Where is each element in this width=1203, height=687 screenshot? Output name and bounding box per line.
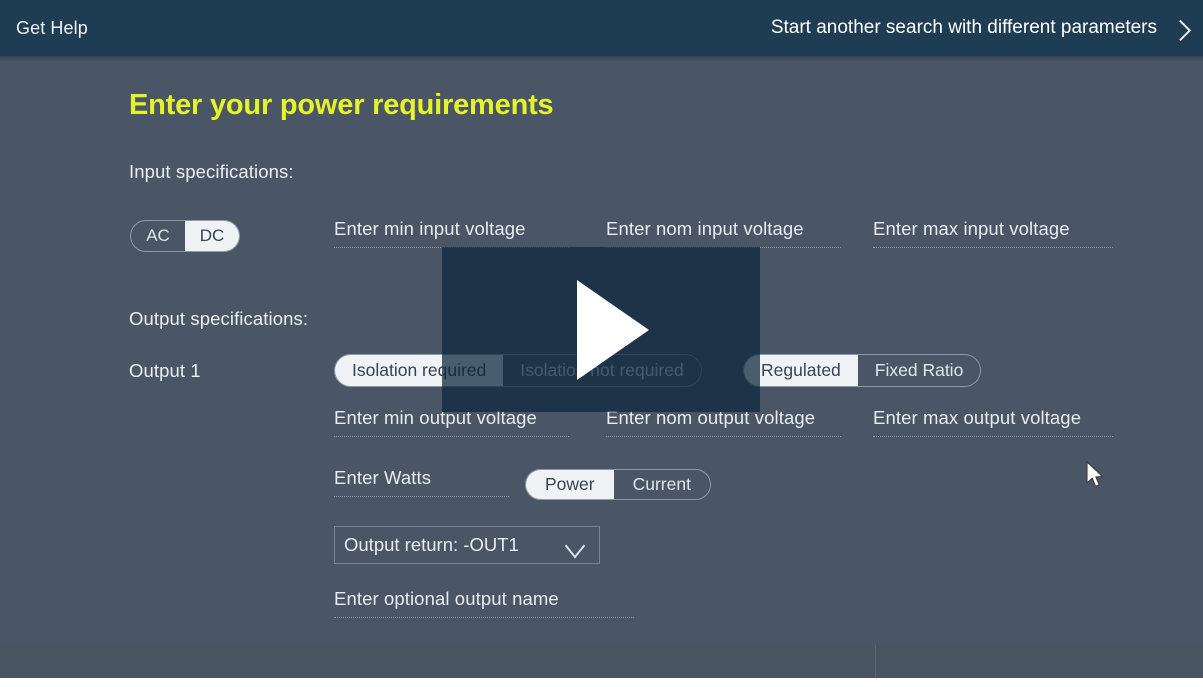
- max-input-voltage-field[interactable]: Enter max input voltage: [873, 218, 1113, 248]
- power-current-toggle-option-power[interactable]: Power: [526, 470, 614, 499]
- ac-dc-toggle[interactable]: AC DC: [130, 220, 240, 252]
- ac-dc-toggle-option-ac[interactable]: AC: [131, 221, 185, 251]
- max-output-voltage-field[interactable]: Enter max output voltage: [873, 407, 1113, 437]
- power-current-toggle[interactable]: Power Current: [525, 469, 711, 500]
- max-input-voltage-placeholder: Enter max input voltage: [873, 218, 1070, 239]
- chevron-down-icon: [564, 538, 586, 552]
- nom-input-voltage-field[interactable]: Enter nom input voltage: [606, 218, 841, 248]
- optional-output-name-field[interactable]: Enter optional output name: [334, 588, 634, 618]
- output-return-dropdown[interactable]: Output return: -OUT1: [334, 526, 600, 564]
- min-input-voltage-field[interactable]: Enter min input voltage: [334, 218, 569, 248]
- get-help-link[interactable]: Get Help: [16, 18, 88, 39]
- video-play-overlay[interactable]: [442, 247, 760, 412]
- watts-placeholder: Enter Watts: [334, 467, 432, 488]
- top-navigation-bar: Get Help Start another search with diffe…: [0, 0, 1203, 56]
- optional-output-name-placeholder: Enter optional output name: [334, 588, 559, 609]
- start-another-search-button[interactable]: Start another search with different para…: [771, 17, 1189, 39]
- output-return-dropdown-value: Output return: -OUT1: [344, 534, 519, 555]
- ac-dc-toggle-option-dc[interactable]: DC: [185, 221, 239, 251]
- page-title: Enter your power requirements: [129, 89, 554, 121]
- min-input-voltage-placeholder: Enter min input voltage: [334, 218, 526, 239]
- nom-input-voltage-placeholder: Enter nom input voltage: [606, 218, 804, 239]
- watts-field[interactable]: Enter Watts: [334, 467, 509, 497]
- bottom-panel: [0, 645, 1203, 678]
- start-another-search-label: Start another search with different para…: [770, 17, 1157, 38]
- chevron-right-icon: [1171, 20, 1189, 38]
- input-specifications-label: Input specifications:: [129, 161, 294, 182]
- power-current-toggle-option-current[interactable]: Current: [614, 470, 710, 499]
- output-specifications-label: Output specifications:: [129, 308, 309, 329]
- output-row-label: Output 1: [129, 360, 201, 381]
- play-triangle-icon: [577, 279, 649, 380]
- regulation-toggle[interactable]: Regulated Fixed Ratio: [743, 354, 982, 387]
- regulation-toggle-option-fixed-ratio[interactable]: Fixed Ratio: [858, 355, 981, 386]
- bottom-panel-divider: [875, 645, 876, 678]
- regulation-toggle-option-regulated[interactable]: Regulated: [744, 355, 858, 386]
- max-output-voltage-placeholder: Enter max output voltage: [873, 407, 1082, 428]
- app-root: Get Help Start another search with diffe…: [0, 0, 1203, 687]
